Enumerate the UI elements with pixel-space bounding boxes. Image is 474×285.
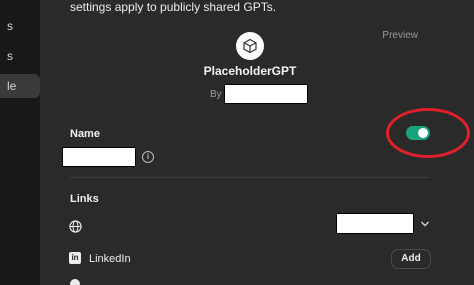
sidebar-item-active[interactable]: le: [0, 74, 40, 98]
name-label: Name: [70, 128, 100, 140]
globe-icon: [69, 220, 82, 233]
author-line: By: [210, 84, 308, 104]
links-label: Links: [70, 193, 99, 205]
chevron-down-icon[interactable]: [420, 220, 430, 228]
redacted-name: [62, 147, 136, 167]
linkedin-label: LinkedIn: [89, 253, 131, 265]
name-visibility-toggle[interactable]: [406, 126, 430, 140]
gpt-name: PlaceholderGPT: [203, 64, 297, 78]
sidebar-item-1[interactable]: s: [0, 14, 40, 38]
redacted-author: [223, 84, 308, 104]
redacted-domain-select[interactable]: [336, 213, 414, 234]
info-icon[interactable]: i: [142, 151, 154, 163]
linkedin-icon: in: [69, 252, 81, 264]
by-label: By: [210, 88, 222, 100]
settings-note: settings apply to publicly shared GPTs.: [70, 0, 277, 14]
next-link-icon: [70, 279, 80, 285]
toggle-knob: [418, 128, 428, 138]
sidebar: s s le: [0, 0, 40, 285]
settings-panel: settings apply to publicly shared GPTs. …: [40, 0, 474, 285]
preview-link[interactable]: Preview: [382, 30, 418, 41]
gpt-logo-icon: [236, 32, 264, 60]
sidebar-item-2[interactable]: s: [0, 44, 40, 68]
divider: [70, 177, 430, 178]
add-linkedin-button[interactable]: Add: [391, 249, 431, 269]
name-row: i: [62, 147, 154, 167]
